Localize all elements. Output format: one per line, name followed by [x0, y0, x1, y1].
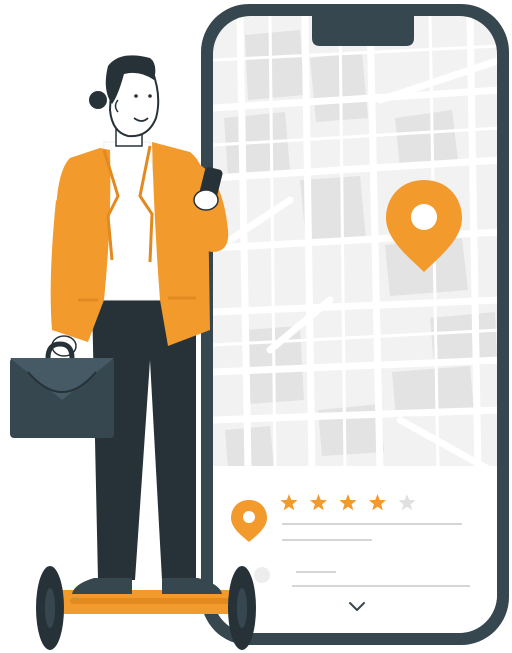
hair-bun [89, 91, 107, 109]
left-shoe [72, 578, 132, 594]
head [89, 55, 160, 138]
phone-screen [213, 16, 497, 633]
right-hand [193, 189, 219, 211]
hoverboard-wheel-right [228, 566, 256, 650]
phone [201, 4, 509, 645]
illustration [10, 4, 509, 650]
pants [92, 300, 196, 580]
hoverboard-wheel-left [36, 566, 64, 650]
briefcase [10, 341, 114, 438]
avatar [254, 567, 270, 583]
phone-notch [312, 16, 414, 46]
